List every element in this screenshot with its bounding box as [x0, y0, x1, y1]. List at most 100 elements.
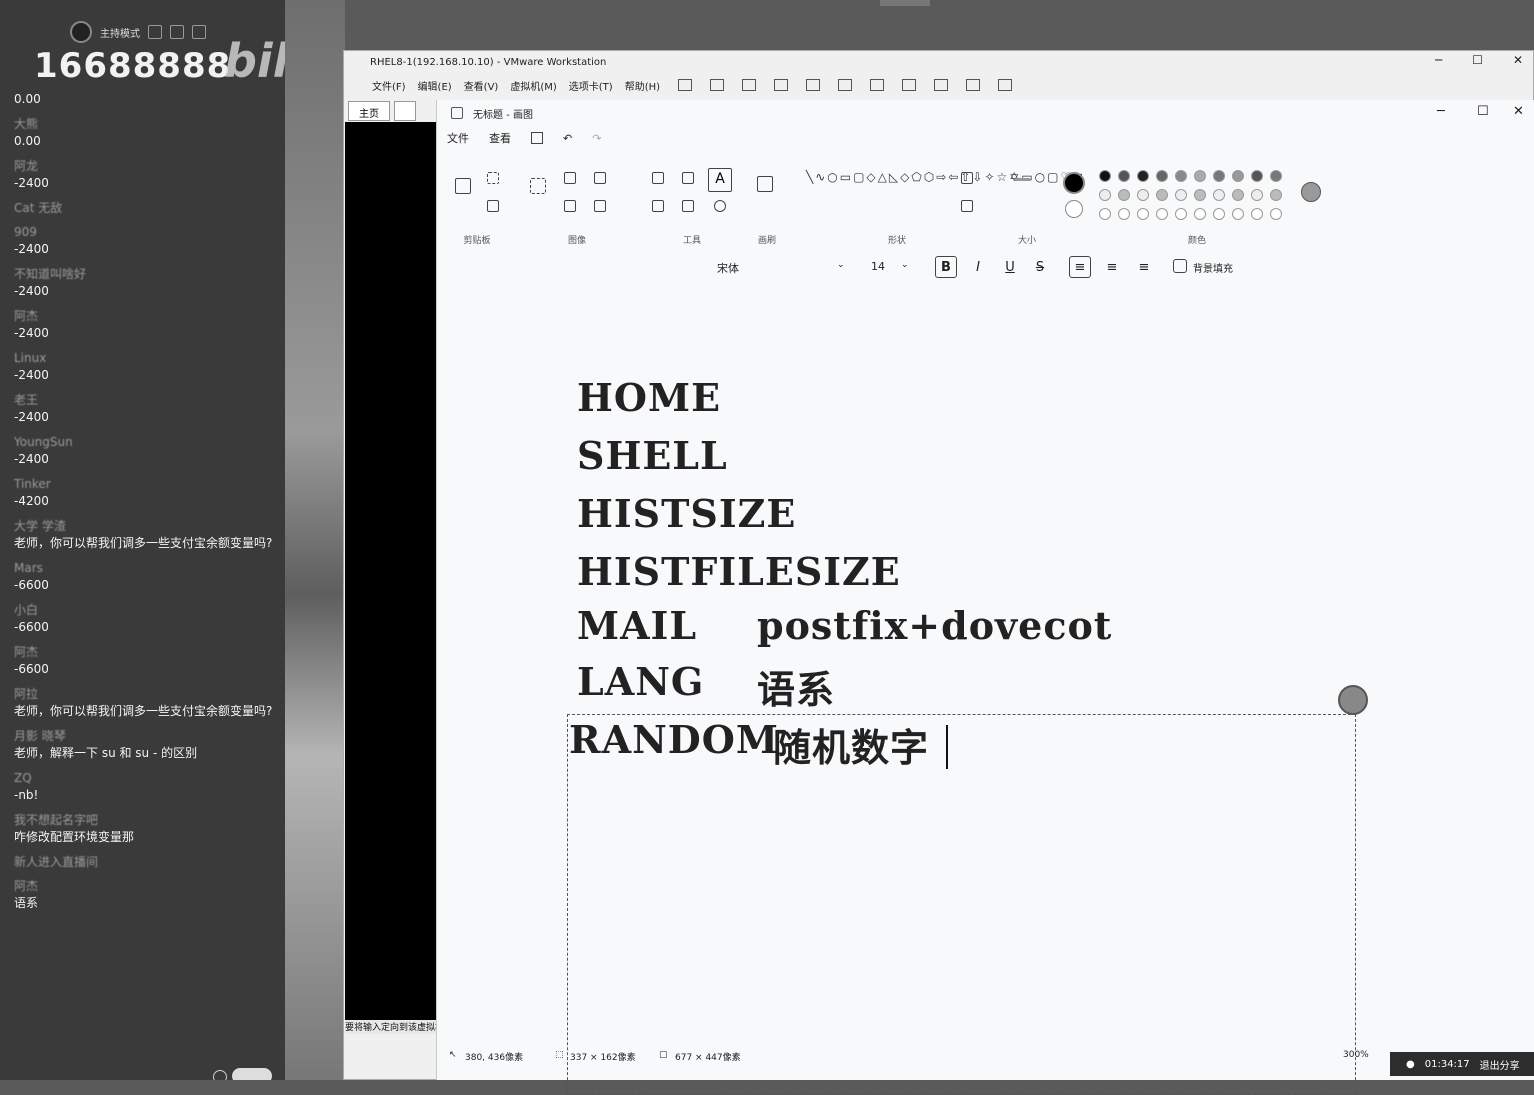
color2-swatch[interactable] [1065, 200, 1083, 218]
text-box-handle[interactable] [1338, 685, 1368, 715]
menu-tabs[interactable]: 选项卡(T) [569, 78, 613, 93]
palette-swatch[interactable] [1175, 170, 1187, 182]
library-icon[interactable] [838, 79, 853, 91]
chat-username[interactable]: 909 [14, 224, 276, 240]
settings-icon[interactable] [148, 25, 162, 39]
palette-swatch[interactable] [1232, 189, 1244, 201]
palette-swatch[interactable] [1099, 189, 1111, 201]
chat-username[interactable]: 阿杰 [14, 644, 276, 660]
stretch-icon[interactable] [998, 79, 1013, 91]
color-picker-icon[interactable] [682, 200, 694, 212]
redo-icon[interactable]: ↷ [592, 132, 601, 145]
minimize-icon[interactable] [192, 25, 206, 39]
menu-file[interactable]: 文件(F) [372, 78, 406, 93]
chat-username[interactable]: 阿龙 [14, 158, 276, 174]
minimize-icon[interactable]: ─ [1435, 53, 1442, 67]
palette-swatch[interactable] [1118, 189, 1130, 201]
menu-file[interactable]: 文件 [447, 130, 469, 146]
fill-icon[interactable] [682, 172, 694, 184]
size-icon[interactable] [1015, 178, 1031, 194]
palette-swatch[interactable] [1137, 170, 1149, 182]
palette-swatch[interactable] [1213, 208, 1225, 220]
send-button[interactable] [232, 1068, 272, 1080]
unity-icon[interactable] [934, 79, 949, 91]
text-box-selection[interactable] [567, 714, 1356, 1095]
eraser-icon[interactable] [652, 200, 664, 212]
tab-home[interactable]: 主页 [348, 101, 390, 121]
streamer-avatar[interactable] [70, 21, 92, 43]
palette-swatch[interactable] [1099, 170, 1111, 182]
exit-share-button[interactable]: 退出分享 [1480, 1057, 1520, 1072]
italic-button[interactable]: I [967, 256, 989, 278]
menu-edit[interactable]: 编辑(E) [418, 78, 452, 93]
chat-username[interactable]: 小白 [14, 602, 276, 618]
chat-username[interactable]: Mars [14, 560, 276, 576]
palette-swatch[interactable] [1099, 208, 1111, 220]
resize-icon[interactable] [564, 200, 576, 212]
snapshot-icon[interactable] [742, 79, 757, 91]
menu-help[interactable]: 帮助(H) [625, 78, 660, 93]
strikethrough-button[interactable]: S [1029, 256, 1051, 278]
chat-username[interactable]: 阿杰 [14, 308, 276, 324]
palette-swatch[interactable] [1118, 208, 1130, 220]
select-icon[interactable] [530, 178, 546, 194]
chat-username[interactable]: 老王 [14, 392, 276, 408]
undo-icon[interactable]: ↶ [563, 132, 572, 145]
outline-icon[interactable] [961, 172, 973, 184]
palette-swatch[interactable] [1251, 189, 1263, 201]
palette-swatch[interactable] [1194, 189, 1206, 201]
chat-username[interactable]: 新人进入直播间 [14, 854, 276, 870]
chat-username[interactable]: Tinker [14, 476, 276, 492]
menu-view[interactable]: 查看 [489, 130, 511, 146]
console-icon[interactable] [966, 79, 981, 91]
magnifier-icon[interactable] [714, 200, 726, 212]
paste-icon[interactable] [455, 178, 471, 194]
save-icon[interactable] [531, 132, 543, 144]
maximize-icon[interactable]: ☐ [1477, 104, 1489, 119]
font-family-select[interactable]: 宋体 [717, 260, 739, 276]
chat-username[interactable]: 我不想起名字吧 [14, 812, 276, 828]
crop-icon[interactable] [564, 172, 576, 184]
fill-style-icon[interactable] [961, 200, 973, 212]
copy-icon[interactable] [487, 200, 499, 212]
bg-fill-checkbox[interactable] [1173, 259, 1187, 273]
close-icon[interactable]: ✕ [1513, 104, 1524, 119]
palette-swatch[interactable] [1270, 170, 1282, 182]
pause-icon[interactable] [678, 79, 693, 91]
bold-button[interactable]: B [935, 256, 957, 278]
chat-username[interactable]: 大熊 [14, 116, 276, 132]
edit-colors-icon[interactable] [1301, 182, 1321, 202]
palette-swatch[interactable] [1156, 208, 1168, 220]
chat-username[interactable]: 阿拉 [14, 686, 276, 702]
chat-username[interactable]: YoungSun [14, 434, 276, 450]
manage-snapshots-icon[interactable] [806, 79, 821, 91]
text-icon[interactable]: A [708, 168, 732, 192]
chat-username[interactable]: 阿杰 [14, 878, 276, 894]
paint-canvas[interactable]: HOME SHELL HISTSIZE HISTFILESIZE MAIL postfix… [437, 285, 1534, 1095]
chat-username[interactable]: Cat 无敌 [14, 200, 276, 216]
maximize-icon[interactable]: ☐ [1472, 53, 1483, 67]
palette-swatch[interactable] [1194, 208, 1206, 220]
thumbnail-icon[interactable] [870, 79, 885, 91]
palette-swatch[interactable] [1213, 170, 1225, 182]
chat-username[interactable]: 不知道叫啥好 [14, 266, 276, 282]
rotate-icon[interactable] [594, 200, 606, 212]
menu-vm[interactable]: 虚拟机(M) [510, 78, 556, 93]
align-left-button[interactable]: ≡ [1069, 256, 1091, 278]
palette-swatch[interactable] [1175, 189, 1187, 201]
copy-icon[interactable] [170, 25, 184, 39]
palette-swatch[interactable] [1232, 208, 1244, 220]
chevron-down-icon[interactable]: ⌄ [837, 260, 845, 270]
palette-swatch[interactable] [1175, 208, 1187, 220]
palette-swatch[interactable] [1156, 189, 1168, 201]
palette-swatch[interactable] [1213, 189, 1225, 201]
palette-swatch[interactable] [1137, 189, 1149, 201]
color1-swatch[interactable] [1063, 172, 1085, 194]
shapes-gallery[interactable]: ╲∿○▭▢◇△◺◇⬠⬡⇨⇦⇧⇩✧☆✡▭○▢♡⚑ [806, 168, 1084, 186]
brush-icon[interactable] [757, 176, 773, 192]
palette-swatch[interactable] [1270, 189, 1282, 201]
emoji-icon[interactable] [213, 1070, 227, 1080]
palette-swatch[interactable] [1270, 208, 1282, 220]
vm-console[interactable] [345, 122, 436, 1020]
zoom-level[interactable]: 300% [1343, 1050, 1369, 1060]
